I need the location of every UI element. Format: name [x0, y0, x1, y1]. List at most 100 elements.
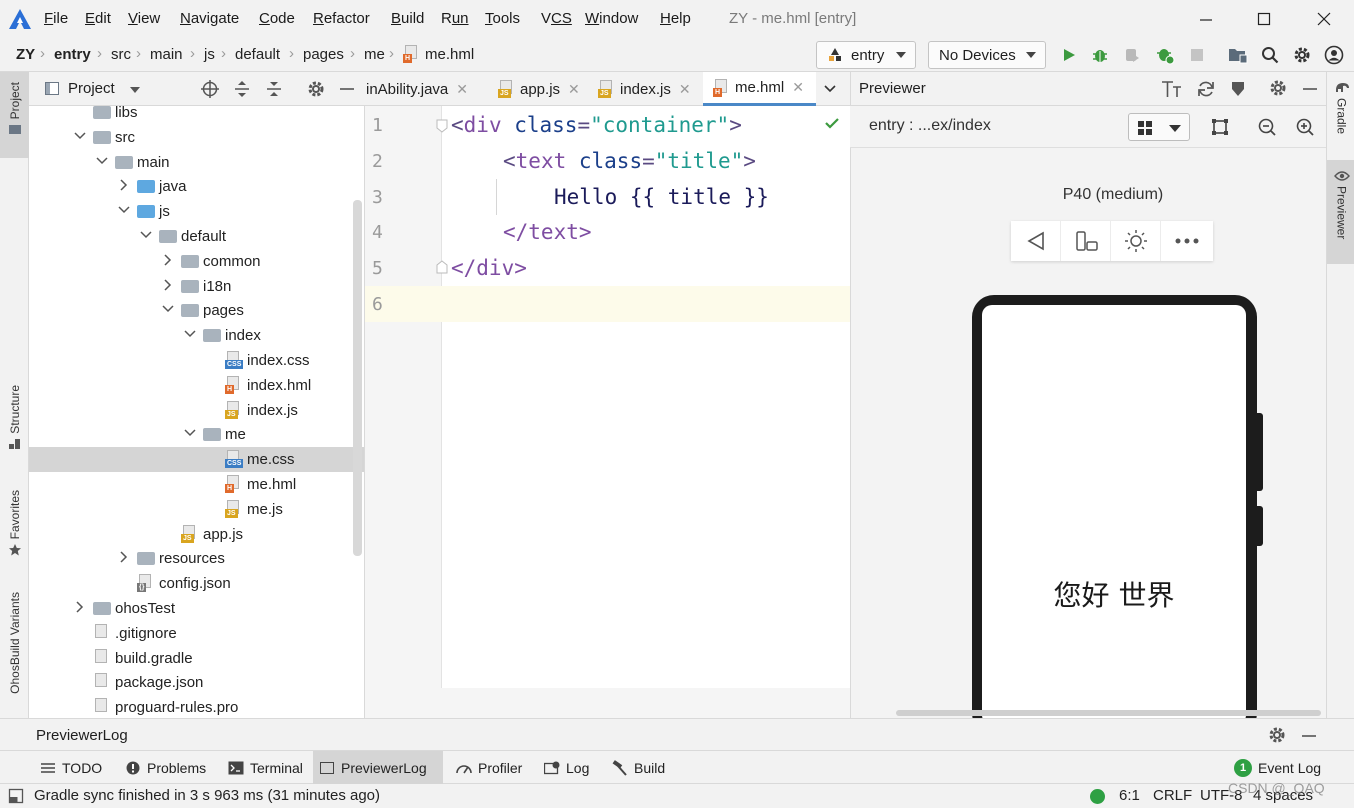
tool-previewer-log[interactable]: PreviewerLog: [313, 751, 443, 784]
previewer-horizontal-scrollbar[interactable]: [896, 710, 1321, 716]
tool-log[interactable]: Log: [538, 751, 595, 784]
chevron-right-icon[interactable]: [73, 600, 87, 614]
tool-tab-structure[interactable]: Structure: [0, 385, 29, 470]
status-panel-toggle-icon[interactable]: [8, 788, 24, 804]
breadcrumb-pages[interactable]: pages: [303, 46, 344, 63]
tool-tab-previewer[interactable]: Previewer: [1327, 160, 1354, 264]
chevron-down-icon[interactable]: [95, 154, 109, 168]
tree-item[interactable]: package.json: [29, 670, 364, 695]
hide-panel-icon[interactable]: [1302, 80, 1318, 98]
chevron-down-icon[interactable]: [130, 87, 140, 93]
tool-tab-gradle[interactable]: Gradle: [1327, 80, 1354, 160]
breadcrumb-js[interactable]: js: [204, 46, 215, 63]
close-window-button[interactable]: [1301, 4, 1347, 34]
tree-item[interactable]: pages: [29, 298, 364, 323]
attach-debugger-button[interactable]: [1121, 44, 1143, 66]
chevron-down-icon[interactable]: [139, 228, 153, 242]
tab-me-hml[interactable]: H me.hml ✕: [703, 72, 816, 106]
tab-list-chevron-icon[interactable]: [823, 83, 837, 95]
tool-problems[interactable]: Problems: [119, 751, 212, 784]
hide-panel-icon[interactable]: [1301, 727, 1317, 745]
breadcrumb-zy[interactable]: ZY: [16, 46, 35, 63]
tool-tab-favorites[interactable]: Favorites: [0, 490, 29, 575]
close-tab-icon[interactable]: ✕: [792, 79, 804, 96]
tool-profiler[interactable]: Profiler: [450, 751, 528, 784]
tree-item[interactable]: common: [29, 249, 364, 274]
breadcrumb-me[interactable]: me: [364, 46, 385, 63]
tree-item[interactable]: ohosTest: [29, 596, 364, 621]
tool-terminal[interactable]: Terminal: [222, 751, 309, 784]
breadcrumb-default[interactable]: default: [235, 46, 280, 63]
tree-item[interactable]: JS me.js: [29, 497, 364, 522]
chevron-down-icon[interactable]: [183, 426, 197, 440]
settings-button[interactable]: [1291, 44, 1313, 66]
close-tab-icon[interactable]: ✕: [679, 81, 691, 98]
breadcrumb-entry[interactable]: entry: [54, 46, 91, 63]
menu-help[interactable]: Help: [660, 10, 691, 27]
chevron-right-icon[interactable]: [161, 278, 175, 292]
menu-file[interactable]: File: [44, 10, 68, 27]
menu-window[interactable]: Window: [585, 10, 638, 27]
status-message[interactable]: Gradle sync finished in 3 s 963 ms (31 m…: [34, 787, 380, 804]
fit-screen-icon[interactable]: [1211, 118, 1229, 136]
hide-panel-icon[interactable]: [339, 80, 355, 98]
tree-item[interactable]: libs: [29, 106, 364, 125]
tree-item[interactable]: proguard-rules.pro: [29, 695, 364, 718]
chevron-down-icon[interactable]: [183, 327, 197, 341]
zoom-out-icon[interactable]: [1258, 118, 1276, 136]
tool-build[interactable]: Build: [606, 751, 671, 784]
profile-button[interactable]: [1154, 44, 1176, 66]
line-separator[interactable]: CRLF: [1153, 787, 1192, 804]
locate-file-icon[interactable]: [201, 80, 219, 98]
zoom-in-icon[interactable]: [1296, 118, 1314, 136]
tree-item[interactable]: CSS index.css: [29, 348, 364, 373]
refresh-icon[interactable]: [1196, 79, 1216, 99]
chevron-right-icon[interactable]: [161, 253, 175, 267]
breadcrumb-src[interactable]: src: [111, 46, 131, 63]
close-tab-icon[interactable]: ✕: [456, 81, 468, 98]
menu-refactor[interactable]: Refactor: [313, 10, 370, 27]
debug-button[interactable]: [1089, 44, 1111, 66]
chevron-down-icon[interactable]: [161, 302, 175, 316]
menu-code[interactable]: Code: [259, 10, 295, 27]
account-button[interactable]: [1323, 44, 1345, 66]
layout-mode-select[interactable]: [1128, 113, 1190, 141]
tree-item[interactable]: build.gradle: [29, 646, 364, 671]
tab-mainability-java[interactable]: inAbility.java ✕: [366, 72, 476, 106]
expand-all-icon[interactable]: [233, 80, 251, 98]
text-size-icon[interactable]: [1161, 79, 1183, 99]
tree-item[interactable]: resources: [29, 546, 364, 571]
collapse-all-icon[interactable]: [265, 80, 283, 98]
gear-icon[interactable]: [1269, 79, 1287, 97]
tree-item[interactable]: i18n: [29, 274, 364, 299]
tool-tab-project[interactable]: Project: [0, 72, 29, 158]
tab-index-js[interactable]: JS index.js ✕: [598, 72, 699, 106]
tool-todo[interactable]: TODO: [34, 751, 108, 784]
menu-edit[interactable]: Edit: [85, 10, 111, 27]
caret-position[interactable]: 6:1: [1119, 787, 1140, 804]
tree-item[interactable]: JS index.js: [29, 398, 364, 423]
tree-item[interactable]: JS app.js: [29, 522, 364, 547]
menu-vcs[interactable]: VCS: [541, 10, 572, 27]
inspector-icon[interactable]: [1228, 79, 1248, 99]
chevron-down-icon[interactable]: [117, 203, 131, 217]
back-button[interactable]: [1011, 221, 1061, 261]
tree-item[interactable]: js: [29, 199, 364, 224]
menu-view[interactable]: View: [128, 10, 160, 27]
chevron-down-icon[interactable]: [73, 129, 87, 143]
project-structure-button[interactable]: [1227, 44, 1249, 66]
tree-item[interactable]: .gitignore: [29, 621, 364, 646]
menu-run[interactable]: Run: [441, 10, 469, 27]
chevron-right-icon[interactable]: [117, 550, 131, 564]
maximize-button[interactable]: [1241, 4, 1287, 34]
search-everywhere-button[interactable]: [1259, 44, 1281, 66]
menu-build[interactable]: Build: [391, 10, 424, 27]
tree-item[interactable]: me: [29, 422, 364, 447]
close-tab-icon[interactable]: ✕: [568, 81, 580, 98]
tree-item[interactable]: index: [29, 323, 364, 348]
fold-marker-icon[interactable]: [435, 259, 449, 275]
theme-button[interactable]: [1111, 221, 1161, 261]
run-button[interactable]: [1058, 44, 1080, 66]
chevron-right-icon[interactable]: [117, 178, 131, 192]
project-tree-scrollbar[interactable]: [353, 200, 362, 556]
